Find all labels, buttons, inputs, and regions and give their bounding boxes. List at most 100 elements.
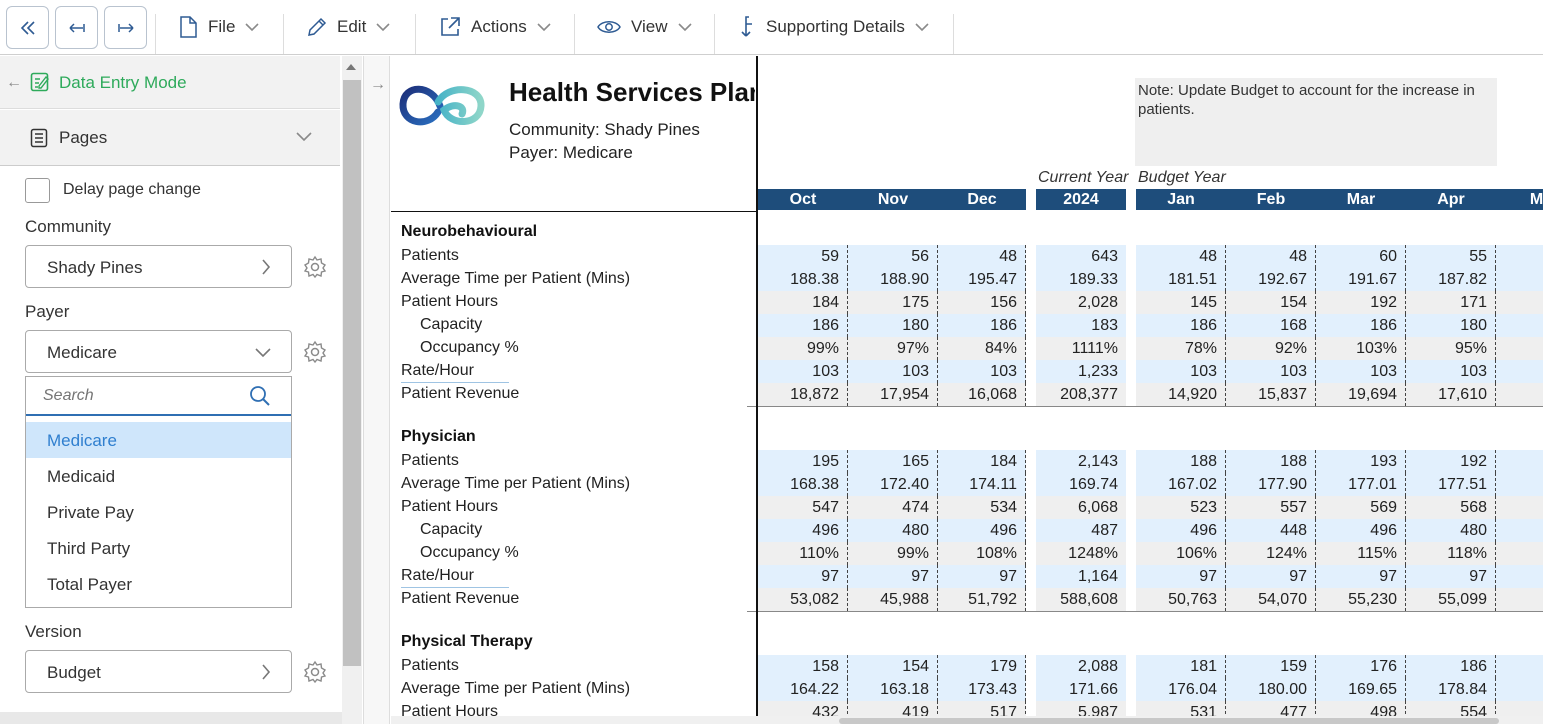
data-cell[interactable] [1496, 519, 1543, 542]
data-cell[interactable]: 60 [1316, 245, 1406, 268]
data-cell[interactable]: 189.33 [1036, 268, 1126, 291]
data-cell[interactable]: 97 [1136, 565, 1226, 588]
data-cell[interactable]: 180.00 [1226, 678, 1316, 701]
data-cell[interactable]: 184 [938, 450, 1026, 473]
data-cell[interactable]: 191.67 [1316, 268, 1406, 291]
data-cell[interactable]: 168.38 [758, 473, 848, 496]
data-cell[interactable]: 187.82 [1406, 268, 1496, 291]
data-cell[interactable]: 186 [938, 314, 1026, 337]
data-cell[interactable] [1496, 314, 1543, 337]
payer-select[interactable]: Medicare [25, 330, 292, 373]
data-cell[interactable] [1496, 450, 1543, 473]
data-cell[interactable]: 174.11 [938, 473, 1026, 496]
report-horizontal-scrollbar[interactable] [391, 716, 1543, 724]
data-cell[interactable]: 169.65 [1316, 678, 1406, 701]
data-cell[interactable]: 103 [1226, 360, 1316, 383]
data-cell[interactable]: 176.04 [1136, 678, 1226, 701]
data-cell[interactable]: 188 [1136, 450, 1226, 473]
data-cell[interactable]: 103 [938, 360, 1026, 383]
horizontal-scrollbar-thumb[interactable] [839, 718, 1499, 724]
data-cell[interactable]: 103 [1136, 360, 1226, 383]
supporting-details-menu[interactable]: Supporting Details [738, 0, 929, 54]
file-menu[interactable]: File [178, 0, 259, 54]
data-cell[interactable]: 97 [1406, 565, 1496, 588]
data-cell[interactable]: 163.18 [848, 678, 938, 701]
payer-option-third-party[interactable]: Third Party [26, 530, 291, 566]
pages-section-header[interactable]: Pages [0, 110, 340, 166]
data-cell[interactable] [1496, 655, 1543, 678]
payer-option-total-payer[interactable]: Total Payer [26, 566, 291, 602]
data-cell[interactable]: 103 [848, 360, 938, 383]
data-cell[interactable]: 97 [938, 565, 1026, 588]
data-cell[interactable]: 188.90 [848, 268, 938, 291]
data-cell[interactable] [1496, 565, 1543, 588]
data-cell[interactable]: 48 [1136, 245, 1226, 268]
data-cell[interactable]: 176 [1316, 655, 1406, 678]
data-cell[interactable]: 177.90 [1226, 473, 1316, 496]
data-cell[interactable] [1496, 245, 1543, 268]
scroll-up-icon[interactable] [346, 64, 356, 70]
data-cell[interactable]: 179 [938, 655, 1026, 678]
data-cell[interactable]: 496 [1136, 519, 1226, 542]
gear-icon[interactable] [303, 340, 327, 364]
data-cell[interactable]: 181.51 [1136, 268, 1226, 291]
data-cell[interactable]: 496 [758, 519, 848, 542]
data-cell[interactable]: 17 [1496, 678, 1543, 701]
actions-menu[interactable]: Actions [439, 0, 551, 54]
data-cell[interactable]: 480 [1406, 519, 1496, 542]
data-cell[interactable]: 480 [848, 519, 938, 542]
data-cell[interactable]: 48 [1226, 245, 1316, 268]
collapse-strip[interactable]: → [363, 56, 390, 724]
payer-option-private-pay[interactable]: Private Pay [26, 494, 291, 530]
chevron-down-icon[interactable] [296, 132, 312, 142]
data-cell[interactable]: 167.02 [1136, 473, 1226, 496]
data-cell[interactable]: 1,233 [1036, 360, 1126, 383]
arrow-right-icon[interactable]: → [370, 76, 386, 94]
search-icon[interactable] [249, 385, 271, 407]
data-cell[interactable]: 172.40 [848, 473, 938, 496]
data-cell[interactable]: 181 [1136, 655, 1226, 678]
next-page-button[interactable] [104, 6, 147, 49]
data-cell[interactable]: 97 [1316, 565, 1406, 588]
data-cell[interactable]: 188 [1226, 450, 1316, 473]
arrow-left-icon[interactable]: ← [6, 74, 22, 92]
data-cell[interactable]: 177.01 [1316, 473, 1406, 496]
data-cell[interactable]: 159 [1226, 655, 1316, 678]
data-cell[interactable]: 48 [938, 245, 1026, 268]
data-cell[interactable]: 103 [1406, 360, 1496, 383]
data-cell[interactable]: 186 [1406, 655, 1496, 678]
data-cell[interactable]: 171.66 [1036, 678, 1126, 701]
data-cell[interactable]: 55 [1406, 245, 1496, 268]
data-cell[interactable]: 448 [1226, 519, 1316, 542]
data-cell[interactable]: 103 [758, 360, 848, 383]
data-cell[interactable]: 158 [758, 655, 848, 678]
data-cell[interactable]: 16 [1496, 473, 1543, 496]
data-cell[interactable]: 186 [758, 314, 848, 337]
data-cell[interactable]: 168 [1226, 314, 1316, 337]
data-cell[interactable]: 195 [758, 450, 848, 473]
view-menu[interactable]: View [597, 0, 692, 54]
data-cell[interactable]: 173.43 [938, 678, 1026, 701]
data-cell[interactable]: 97 [758, 565, 848, 588]
data-cell[interactable]: 188.38 [758, 268, 848, 291]
data-cell[interactable]: 154 [848, 655, 938, 678]
data-cell[interactable]: 1,164 [1036, 565, 1126, 588]
data-cell[interactable]: 183 [1036, 314, 1126, 337]
data-cell[interactable]: 178.84 [1406, 678, 1496, 701]
gear-icon[interactable] [303, 255, 327, 279]
data-cell[interactable]: 2,143 [1036, 450, 1126, 473]
data-cell[interactable]: 56 [848, 245, 938, 268]
data-cell[interactable]: 186 [1136, 314, 1226, 337]
community-select[interactable]: Shady Pines [25, 245, 292, 288]
data-cell[interactable]: 164.22 [758, 678, 848, 701]
data-cell[interactable]: 59 [758, 245, 848, 268]
data-entry-mode-row[interactable]: ← Data Entry Mode [0, 56, 340, 109]
panel-scrollbar-thumb[interactable] [343, 80, 361, 666]
data-cell[interactable]: 192 [1406, 450, 1496, 473]
version-select[interactable]: Budget [25, 650, 292, 693]
gear-icon[interactable] [303, 660, 327, 684]
edit-menu[interactable]: Edit [307, 0, 390, 54]
data-cell[interactable]: 180 [1406, 314, 1496, 337]
payer-option-medicaid[interactable]: Medicaid [26, 458, 291, 494]
data-cell[interactable]: 169.74 [1036, 473, 1126, 496]
